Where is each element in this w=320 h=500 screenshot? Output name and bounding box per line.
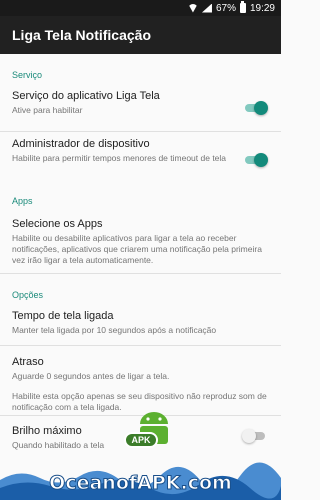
service-toggle[interactable] (243, 100, 268, 115)
pref-delay[interactable]: Atraso Aguarde 0 segundos antes de ligar… (0, 346, 281, 416)
pref-summary: Quando habilitado a tela (12, 440, 105, 450)
pref-screen-time[interactable]: Tempo de tela ligada Manter tela ligada … (0, 304, 281, 346)
pref-title: Selecione os Apps (12, 218, 103, 230)
pref-summary: Ative para habilitar (12, 105, 83, 115)
pref-summary: Habilite ou desabilite aplicativos para … (12, 233, 262, 265)
pref-title: Brilho máximo (12, 425, 82, 437)
pref-title: Atraso (12, 356, 44, 368)
pref-title: Administrador de dispositivo (12, 138, 150, 150)
pref-summary: Aguarde 0 segundos antes de ligar a tela… (12, 371, 170, 381)
signal-icon (201, 3, 212, 13)
wifi-icon (187, 3, 198, 13)
switch-thumb (242, 429, 256, 443)
watermark-text: OceanofAPK.com (49, 472, 233, 495)
switch-thumb (254, 153, 268, 167)
pref-title: Tempo de tela ligada (12, 310, 114, 322)
pref-title: Serviço do aplicativo Liga Tela (12, 90, 160, 102)
battery-icon (239, 1, 246, 13)
switch-thumb (254, 100, 268, 115)
brightness-toggle[interactable] (242, 429, 267, 443)
pref-summary-note: Habilite esta opção apenas se seu dispos… (12, 391, 267, 412)
pref-select-apps[interactable]: Selecione os Apps Habilite ou desabilite… (0, 212, 281, 274)
clock: 19:29 (249, 2, 275, 14)
pref-service-app[interactable]: Serviço do aplicativo Liga Tela Ative pa… (0, 84, 281, 132)
app-title: Liga Tela Notificação (12, 27, 151, 43)
category-apps: Apps (12, 196, 33, 206)
category-servico: Serviço (12, 70, 43, 80)
device-admin-toggle[interactable] (243, 153, 268, 167)
status-bar: 67% 19:29 (0, 0, 281, 16)
app-bar: Liga Tela Notificação (0, 16, 281, 54)
pref-max-brightness[interactable]: Brilho máximo Quando habilitado a tela (0, 416, 281, 456)
pref-summary: Manter tela ligada por 10 segundos após … (12, 325, 217, 335)
category-opcoes: Opções (12, 290, 44, 300)
settings-list: Serviço Serviço do aplicativo Liga Tela … (0, 54, 281, 456)
pref-device-admin[interactable]: Administrador de dispositivo Habilite pa… (0, 132, 281, 188)
pref-summary: Habilite para permitir tempos menores de… (12, 153, 227, 163)
battery-percent: 67% (215, 2, 236, 14)
